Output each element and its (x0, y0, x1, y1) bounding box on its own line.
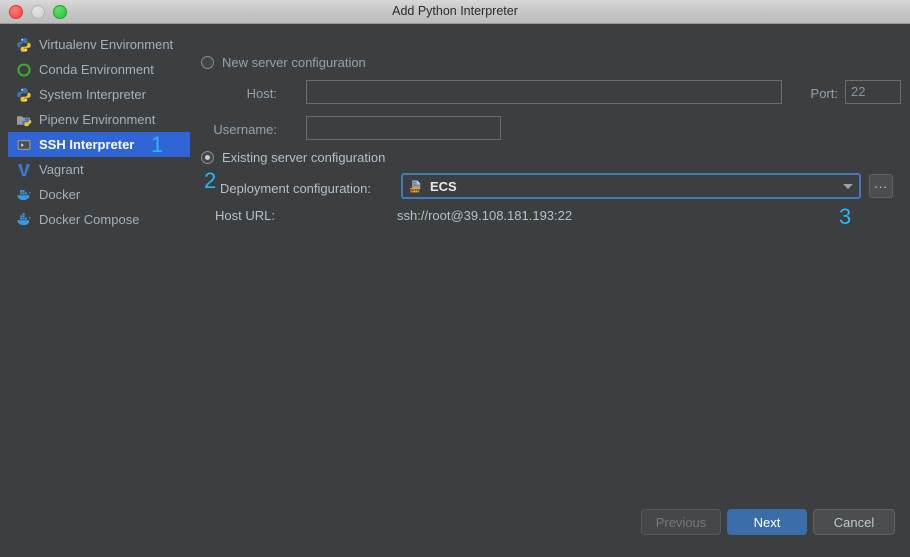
vagrant-icon (18, 163, 30, 176)
minimize-button[interactable] (31, 4, 45, 19)
host-input[interactable] (306, 80, 782, 104)
host-label: Host: (246, 86, 277, 101)
deployment-configuration-label: Deployment configuration: (219, 181, 371, 196)
deployment-configuration-value: ECS (430, 178, 457, 194)
svg-text:SFTP: SFTP (410, 187, 420, 192)
new-server-configuration-label: New server configuration (222, 55, 366, 70)
python-virtualenv-icon (17, 37, 31, 52)
sidebar-item-label: Virtualenv Environment (39, 37, 174, 52)
new-server-configuration-radio[interactable] (201, 56, 214, 69)
sidebar-item-virtualenv-environment[interactable]: Virtualenv Environment (8, 32, 190, 57)
zoom-button[interactable] (53, 4, 67, 19)
existing-server-configuration-label: Existing server configuration (222, 150, 386, 165)
host-url-value: ssh://root@39.108.181.193:22 (397, 208, 573, 223)
dialog-footer: Previous Next Cancel (0, 501, 910, 557)
sidebar-item-system-interpreter[interactable]: System Interpreter (8, 82, 190, 107)
previous-button[interactable]: Previous (641, 509, 721, 535)
docker-compose-icon (17, 212, 31, 225)
sidebar-item-label: System Interpreter (39, 87, 146, 102)
window-title: Add Python Interpreter (392, 4, 518, 18)
sidebar-item-label: Conda Environment (39, 62, 154, 77)
sidebar-item-vagrant[interactable]: Vagrant (8, 157, 190, 182)
python-icon (17, 87, 31, 102)
existing-server-configuration-radio-row[interactable]: Existing server configuration (201, 150, 385, 165)
username-label: Username: (213, 122, 277, 137)
sidebar-item-label: Docker (39, 187, 81, 202)
deployment-configuration-combobox[interactable]: SFTP ECS (401, 173, 861, 199)
chevron-down-icon[interactable] (837, 175, 859, 197)
close-button[interactable] (9, 4, 23, 19)
port-label: Port: (810, 86, 838, 101)
sidebar-item-label: Pipenv Environment (39, 112, 156, 127)
username-input[interactable] (306, 116, 501, 140)
sidebar-item-label: SSH Interpreter (39, 137, 135, 152)
sidebar-item-docker[interactable]: Docker (8, 182, 190, 207)
sidebar-item-label: Docker Compose (39, 212, 140, 227)
new-server-configuration-radio-row[interactable]: New server configuration (201, 55, 366, 70)
sftp-server-icon: SFTP (410, 179, 421, 192)
cancel-button[interactable]: Cancel (813, 509, 895, 535)
sidebar-item-ssh-interpreter[interactable]: SSH Interpreter 1 (8, 132, 190, 157)
port-input[interactable]: 22 (845, 80, 901, 104)
browse-deployment-button[interactable]: ... (869, 174, 893, 198)
sidebar-item-conda-environment[interactable]: Conda Environment (8, 57, 190, 82)
sidebar-item-docker-compose[interactable]: Docker Compose (8, 207, 190, 232)
conda-icon (17, 62, 31, 77)
next-button[interactable]: Next (727, 509, 807, 535)
interpreter-type-sidebar: Virtualenv Environment Conda Environment… (0, 24, 196, 504)
host-url-label: Host URL: (215, 208, 275, 223)
ssh-interpreter-panel: New server configuration Host: Port: 22 … (196, 24, 910, 504)
sidebar-item-pipenv-environment[interactable]: Pipenv Environment (8, 107, 190, 132)
add-python-interpreter-dialog: Virtualenv Environment Conda Environment… (0, 24, 910, 557)
annotation-1: 1 (151, 132, 164, 157)
existing-server-configuration-radio[interactable] (201, 151, 214, 164)
sidebar-item-label: Vagrant (39, 162, 84, 177)
traffic-light-group (0, 4, 67, 19)
window-titlebar: Add Python Interpreter (0, 0, 910, 24)
ssh-terminal-icon (17, 139, 31, 150)
pipenv-icon (17, 115, 32, 126)
annotation-3: 3 (839, 204, 852, 229)
docker-icon (17, 189, 31, 200)
